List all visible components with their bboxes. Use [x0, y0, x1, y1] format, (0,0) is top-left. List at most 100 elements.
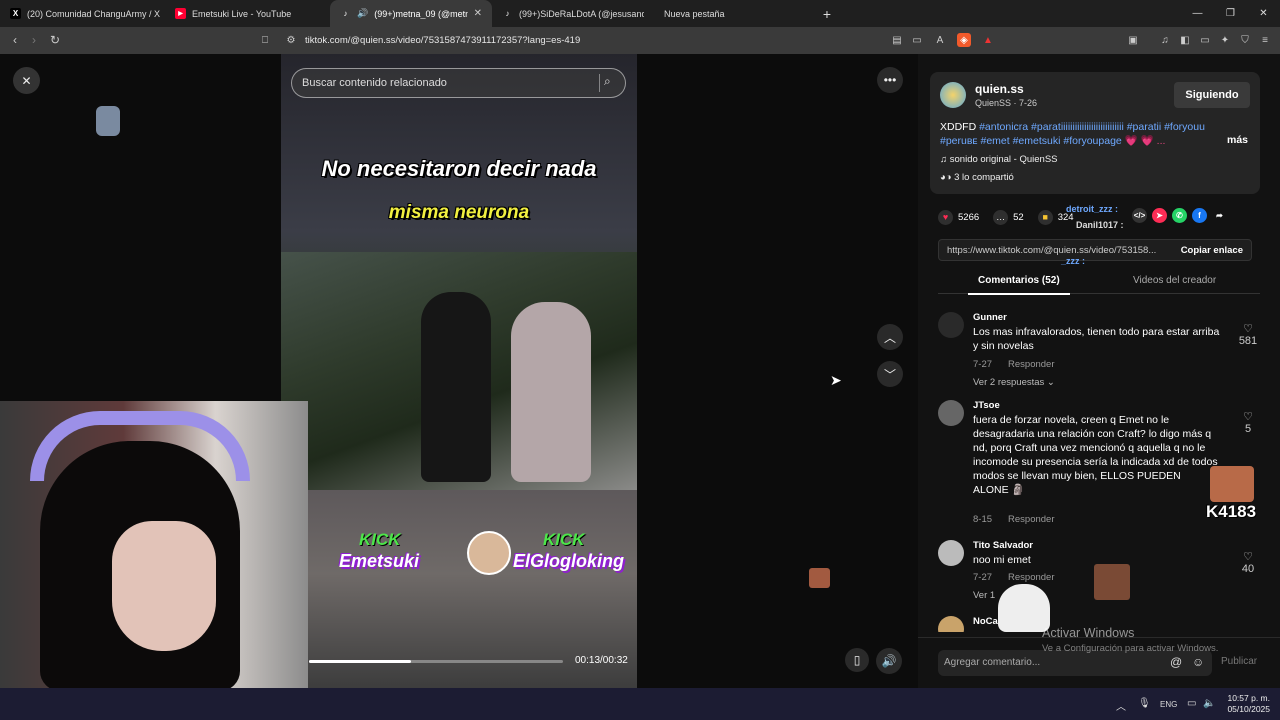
url-field[interactable]: tiktok.com/@quien.ss/video/7531587473911…: [305, 35, 580, 46]
mention-icon[interactable]: @: [1170, 655, 1182, 669]
copy-link-button[interactable]: Copiar enlace: [1181, 245, 1243, 256]
leo-ai-icon[interactable]: ✦: [1218, 33, 1232, 47]
emote-icon: [1210, 466, 1254, 502]
tray-chevron-icon[interactable]: ︿: [1116, 698, 1126, 713]
shared-by[interactable]: ◕◑ 3 lo compartió: [940, 172, 1014, 183]
menu-icon[interactable]: ≡: [1258, 33, 1272, 47]
comment-count: 52: [1013, 211, 1024, 223]
site-settings-icon[interactable]: ⚙: [284, 33, 298, 47]
wallet-icon[interactable]: ▭: [1198, 33, 1212, 47]
following-button[interactable]: Siguiendo: [1174, 82, 1250, 108]
pip-icon[interactable]: ▯: [845, 648, 869, 672]
cast-icon[interactable]: ▭: [910, 33, 924, 47]
heart-icon: ♥: [938, 209, 953, 225]
close-window-icon[interactable]: ✕: [1247, 0, 1280, 27]
forward-icon[interactable]: ›: [24, 33, 44, 47]
share-link-field[interactable]: https://www.tiktok.com/@quien.ss/video/7…: [938, 239, 1252, 261]
music-icon[interactable]: ♫: [1158, 33, 1172, 47]
tab-comments[interactable]: Comentarios (52): [968, 275, 1070, 295]
screenshot-icon[interactable]: ▣: [1126, 33, 1140, 47]
tiktok-icon: ♪: [343, 9, 348, 18]
close-video-icon[interactable]: ✕: [13, 67, 40, 94]
youtube-icon: ▶: [175, 8, 186, 19]
previous-video-icon[interactable]: ︿: [877, 324, 903, 350]
kick-label: KICK: [543, 530, 585, 549]
comment-like[interactable]: ♡ 5: [1236, 410, 1260, 435]
brave-shield-icon[interactable]: ◈: [957, 33, 971, 47]
bookmark-icon[interactable]: ⎕: [258, 33, 272, 47]
comment-like[interactable]: ♡ 581: [1236, 322, 1260, 347]
tab-creator-videos[interactable]: Videos del creador: [1133, 275, 1216, 286]
tab-youtube[interactable]: ▶ Emetsuki Live - YouTube: [165, 0, 330, 27]
related-search-input[interactable]: Buscar contenido relacionado ⌕: [291, 68, 626, 98]
sidebar-icon[interactable]: ◧: [1178, 33, 1192, 47]
progress-fill: [309, 660, 411, 663]
reload-icon[interactable]: ↻: [45, 33, 65, 47]
hashtags[interactable]: #peruʙᴇ #emet #emetsuki #foryoupage: [940, 135, 1122, 147]
tab-tiktok-metna[interactable]: ♪ 🔊 (99+)metna_09 (@metna_09) ✕: [330, 0, 492, 27]
tab-title: Emetsuki Live - YouTube: [192, 8, 292, 19]
minimize-icon[interactable]: —: [1181, 0, 1214, 27]
rewards-icon[interactable]: ▲: [981, 33, 995, 47]
comment-button[interactable]: … 52: [993, 209, 1024, 225]
more-link[interactable]: más: [1227, 134, 1248, 146]
back-icon[interactable]: ‹: [5, 33, 25, 47]
view-replies-button[interactable]: Ver 1: [973, 590, 995, 601]
restore-icon[interactable]: ❐: [1214, 0, 1247, 27]
emoji-icon[interactable]: ☺: [1192, 655, 1204, 669]
post-username[interactable]: quien.ss: [975, 82, 1024, 96]
system-clock[interactable]: 10:57 p. m. 05/10/2025: [1227, 693, 1270, 715]
comment-like[interactable]: ♡ 40: [1236, 550, 1260, 575]
share-link: https://www.tiktok.com/@quien.ss/video/7…: [947, 245, 1157, 256]
comment-like-count: 581: [1238, 335, 1258, 347]
search-icon[interactable]: ⌕: [599, 74, 617, 92]
tab-x[interactable]: X (20) Comunidad ChanguArmy / X: [0, 0, 165, 27]
share-icons: </> ➤ ✆ f ➦: [1132, 208, 1227, 223]
network-icon[interactable]: ▭: [1187, 698, 1196, 709]
comment-meta: 7-27 Responder: [973, 359, 1055, 370]
video-player[interactable]: Buscar contenido relacionado ⌕ No necesi…: [281, 54, 637, 688]
reply-button[interactable]: Responder: [1008, 359, 1054, 370]
microphone-icon[interactable]: 🎙: [1138, 698, 1151, 709]
sound-link[interactable]: ♫ sonido original - QuienSS: [940, 154, 1058, 165]
avatar[interactable]: [940, 82, 966, 108]
new-tab-button[interactable]: +: [814, 6, 840, 22]
translate-icon[interactable]: A: [933, 33, 947, 47]
comment-like-count: 40: [1241, 563, 1255, 575]
tab-tiktok-sideral[interactable]: ♪ (99+)SiDeRaLDotA (@jesusandrescar: [492, 0, 654, 27]
speaker-icon[interactable]: 🔈: [1203, 698, 1215, 709]
close-tab-icon[interactable]: ✕: [474, 8, 482, 19]
more-options-icon[interactable]: •••: [877, 67, 903, 93]
post-subtitle: QuienSS · 7-26: [975, 98, 1038, 108]
share-arrow-icon[interactable]: ➦: [1212, 208, 1227, 223]
avatar[interactable]: [938, 616, 964, 632]
avatar[interactable]: [938, 312, 964, 338]
video-progress-bar[interactable]: [309, 660, 563, 663]
language-indicator[interactable]: ENG: [1160, 700, 1177, 709]
comment-author[interactable]: JTsoe: [973, 400, 1000, 411]
publish-button[interactable]: Publicar: [1221, 656, 1257, 667]
embed-icon[interactable]: </>: [1132, 208, 1147, 223]
avatar[interactable]: [938, 400, 964, 426]
reader-icon[interactable]: ▤: [890, 33, 904, 47]
facebook-icon[interactable]: f: [1192, 208, 1207, 223]
like-button[interactable]: ♥ 5266: [938, 209, 980, 225]
cursor-icon: ➤: [830, 372, 842, 388]
hashtags[interactable]: #antonicra #paratiiiiiiiiiiiiiiiiiiiiiii…: [979, 121, 1205, 133]
avatar[interactable]: [938, 540, 964, 566]
volume-icon[interactable]: 🔊: [876, 648, 902, 674]
tab-new[interactable]: Nueva pestaña: [654, 0, 814, 27]
like-count: 5266: [958, 211, 980, 223]
next-video-icon[interactable]: ﹀: [877, 361, 903, 387]
shares-label: 3 lo compartió: [954, 172, 1014, 183]
send-icon[interactable]: ➤: [1152, 208, 1167, 223]
whatsapp-icon[interactable]: ✆: [1172, 208, 1187, 223]
comment-like-count: 5: [1244, 423, 1252, 435]
view-replies-button[interactable]: Ver 2 respuestas ⌄: [973, 377, 1055, 388]
reply-button[interactable]: Responder: [1008, 572, 1054, 583]
person-figure: [511, 302, 591, 482]
vpn-icon[interactable]: ⛉: [1238, 33, 1252, 47]
comment-author[interactable]: Gunner: [973, 312, 1007, 323]
comment-author[interactable]: Tito Salvador: [973, 540, 1033, 551]
reply-button[interactable]: Responder: [1008, 514, 1054, 525]
